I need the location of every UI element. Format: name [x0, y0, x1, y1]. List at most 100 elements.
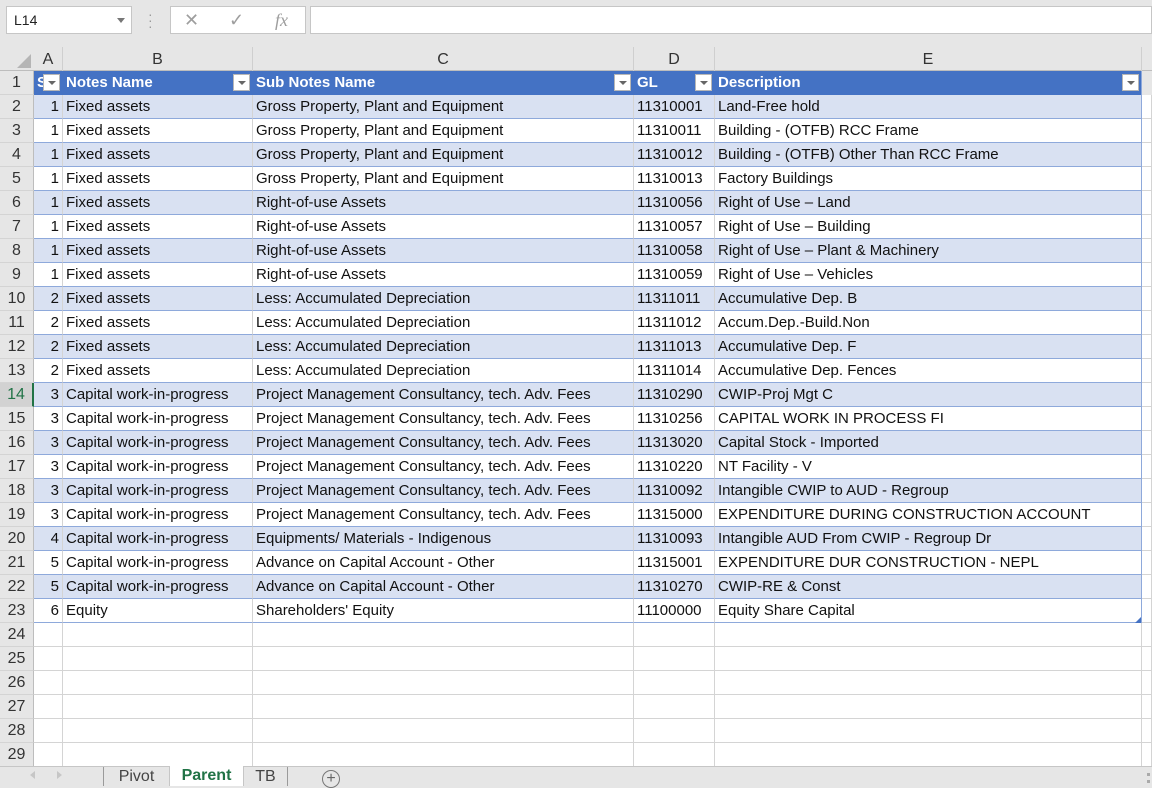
- row-number[interactable]: 9: [0, 263, 34, 287]
- cell-a[interactable]: 2: [34, 311, 63, 335]
- cell-a[interactable]: 3: [34, 455, 63, 479]
- cell-d[interactable]: [634, 719, 715, 743]
- cell-d[interactable]: 11310220: [634, 455, 715, 479]
- cell-f[interactable]: [1142, 239, 1152, 263]
- header-cell-notes-name[interactable]: Notes Name: [63, 71, 253, 95]
- add-sheet-button[interactable]: +: [322, 770, 340, 788]
- cell-c[interactable]: Project Management Consultancy, tech. Ad…: [253, 479, 634, 503]
- cell-b[interactable]: Fixed assets: [63, 359, 253, 383]
- cell-e[interactable]: Building - (OTFB) RCC Frame: [715, 119, 1142, 143]
- scrollbar-resize-handle[interactable]: [1147, 773, 1150, 783]
- cell-f[interactable]: [1142, 527, 1152, 551]
- row-number[interactable]: 12: [0, 335, 34, 359]
- cell-d[interactable]: 11311011: [634, 287, 715, 311]
- filter-dropdown-icon[interactable]: [43, 74, 60, 91]
- cell-d[interactable]: 11311012: [634, 311, 715, 335]
- cell-d[interactable]: 11315000: [634, 503, 715, 527]
- cell-e[interactable]: Equity Share Capital: [715, 599, 1142, 623]
- cell-c[interactable]: [253, 671, 634, 695]
- cell-b[interactable]: [63, 719, 253, 743]
- cell-e[interactable]: Right of Use – Land: [715, 191, 1142, 215]
- cell-a[interactable]: 3: [34, 479, 63, 503]
- row-number[interactable]: 16: [0, 431, 34, 455]
- row-number[interactable]: 4: [0, 143, 34, 167]
- cell-f[interactable]: [1142, 143, 1152, 167]
- cell-f[interactable]: [1142, 503, 1152, 527]
- name-box[interactable]: L14: [6, 6, 132, 34]
- row-number[interactable]: 26: [0, 671, 34, 695]
- filter-dropdown-icon[interactable]: [695, 74, 712, 91]
- cell-a[interactable]: 2: [34, 335, 63, 359]
- cell-d[interactable]: 11310011: [634, 119, 715, 143]
- cell-c[interactable]: Right-of-use Assets: [253, 239, 634, 263]
- cell-c[interactable]: Advance on Capital Account - Other: [253, 551, 634, 575]
- cell-a[interactable]: 1: [34, 191, 63, 215]
- cell-e[interactable]: Accumulative Dep. Fences: [715, 359, 1142, 383]
- row-number[interactable]: 27: [0, 695, 34, 719]
- cell-f[interactable]: [1142, 719, 1152, 743]
- cell-f[interactable]: [1142, 599, 1152, 623]
- cell-b[interactable]: Fixed assets: [63, 335, 253, 359]
- header-cell-sub-notes-name[interactable]: Sub Notes Name: [253, 71, 634, 95]
- row-number[interactable]: 22: [0, 575, 34, 599]
- cell-c[interactable]: Less: Accumulated Depreciation: [253, 287, 634, 311]
- cell-f[interactable]: [1142, 455, 1152, 479]
- cell-f[interactable]: [1142, 647, 1152, 671]
- cell-e[interactable]: CAPITAL WORK IN PROCESS FI: [715, 407, 1142, 431]
- header-cell-s[interactable]: S: [34, 71, 63, 95]
- cell-a[interactable]: [34, 719, 63, 743]
- cell-a[interactable]: 6: [34, 599, 63, 623]
- cell-e[interactable]: CWIP-Proj Mgt C: [715, 383, 1142, 407]
- cell-b[interactable]: Capital work-in-progress: [63, 407, 253, 431]
- cell-a[interactable]: 2: [34, 287, 63, 311]
- cell-d[interactable]: [634, 743, 715, 767]
- cell-d[interactable]: 11310013: [634, 167, 715, 191]
- cell-b[interactable]: [63, 695, 253, 719]
- cell-b[interactable]: [63, 743, 253, 767]
- cell-a[interactable]: 2: [34, 359, 63, 383]
- cell-c[interactable]: [253, 647, 634, 671]
- cell-b[interactable]: Capital work-in-progress: [63, 527, 253, 551]
- cell-e[interactable]: Intangible CWIP to AUD - Regroup: [715, 479, 1142, 503]
- cell-d[interactable]: 11315001: [634, 551, 715, 575]
- cell-e[interactable]: EXPENDITURE DUR CONSTRUCTION - NEPL: [715, 551, 1142, 575]
- cell-c[interactable]: Shareholders' Equity: [253, 599, 634, 623]
- cell-a[interactable]: 1: [34, 263, 63, 287]
- cell-f[interactable]: [1142, 119, 1152, 143]
- cell-a[interactable]: 1: [34, 167, 63, 191]
- cell-a[interactable]: 3: [34, 383, 63, 407]
- cell-f[interactable]: [1142, 479, 1152, 503]
- cell-c[interactable]: Right-of-use Assets: [253, 263, 634, 287]
- cell-e[interactable]: [715, 671, 1142, 695]
- column-header-e[interactable]: E: [715, 47, 1142, 71]
- cell-b[interactable]: Fixed assets: [63, 191, 253, 215]
- row-number[interactable]: 13: [0, 359, 34, 383]
- row-number[interactable]: 21: [0, 551, 34, 575]
- cell-f[interactable]: [1142, 287, 1152, 311]
- cell-f[interactable]: [1142, 743, 1152, 767]
- column-header-c[interactable]: C: [253, 47, 634, 71]
- filter-dropdown-icon[interactable]: [1122, 74, 1139, 91]
- cell-c[interactable]: [253, 695, 634, 719]
- cell-b[interactable]: Fixed assets: [63, 119, 253, 143]
- row-number[interactable]: 1: [0, 71, 34, 95]
- formula-input[interactable]: [310, 6, 1152, 34]
- cell-d[interactable]: 11310093: [634, 527, 715, 551]
- cell-f[interactable]: [1142, 671, 1152, 695]
- chevron-down-icon[interactable]: [117, 18, 125, 23]
- cell-a[interactable]: 3: [34, 431, 63, 455]
- row-number[interactable]: 11: [0, 311, 34, 335]
- cell-d[interactable]: 11310059: [634, 263, 715, 287]
- cell-f[interactable]: [1142, 575, 1152, 599]
- cell-d[interactable]: 11100000: [634, 599, 715, 623]
- cell-c[interactable]: Equipments/ Materials - Indigenous: [253, 527, 634, 551]
- cell-c[interactable]: Less: Accumulated Depreciation: [253, 335, 634, 359]
- cell-c[interactable]: Gross Property, Plant and Equipment: [253, 95, 634, 119]
- cell-a[interactable]: [34, 623, 63, 647]
- cell-f[interactable]: [1142, 383, 1152, 407]
- cell-e[interactable]: [715, 695, 1142, 719]
- cell-c[interactable]: Less: Accumulated Depreciation: [253, 311, 634, 335]
- header-cell-gl[interactable]: GL: [634, 71, 715, 95]
- cell-b[interactable]: Fixed assets: [63, 215, 253, 239]
- sheet-tab-pivot[interactable]: Pivot: [103, 767, 169, 786]
